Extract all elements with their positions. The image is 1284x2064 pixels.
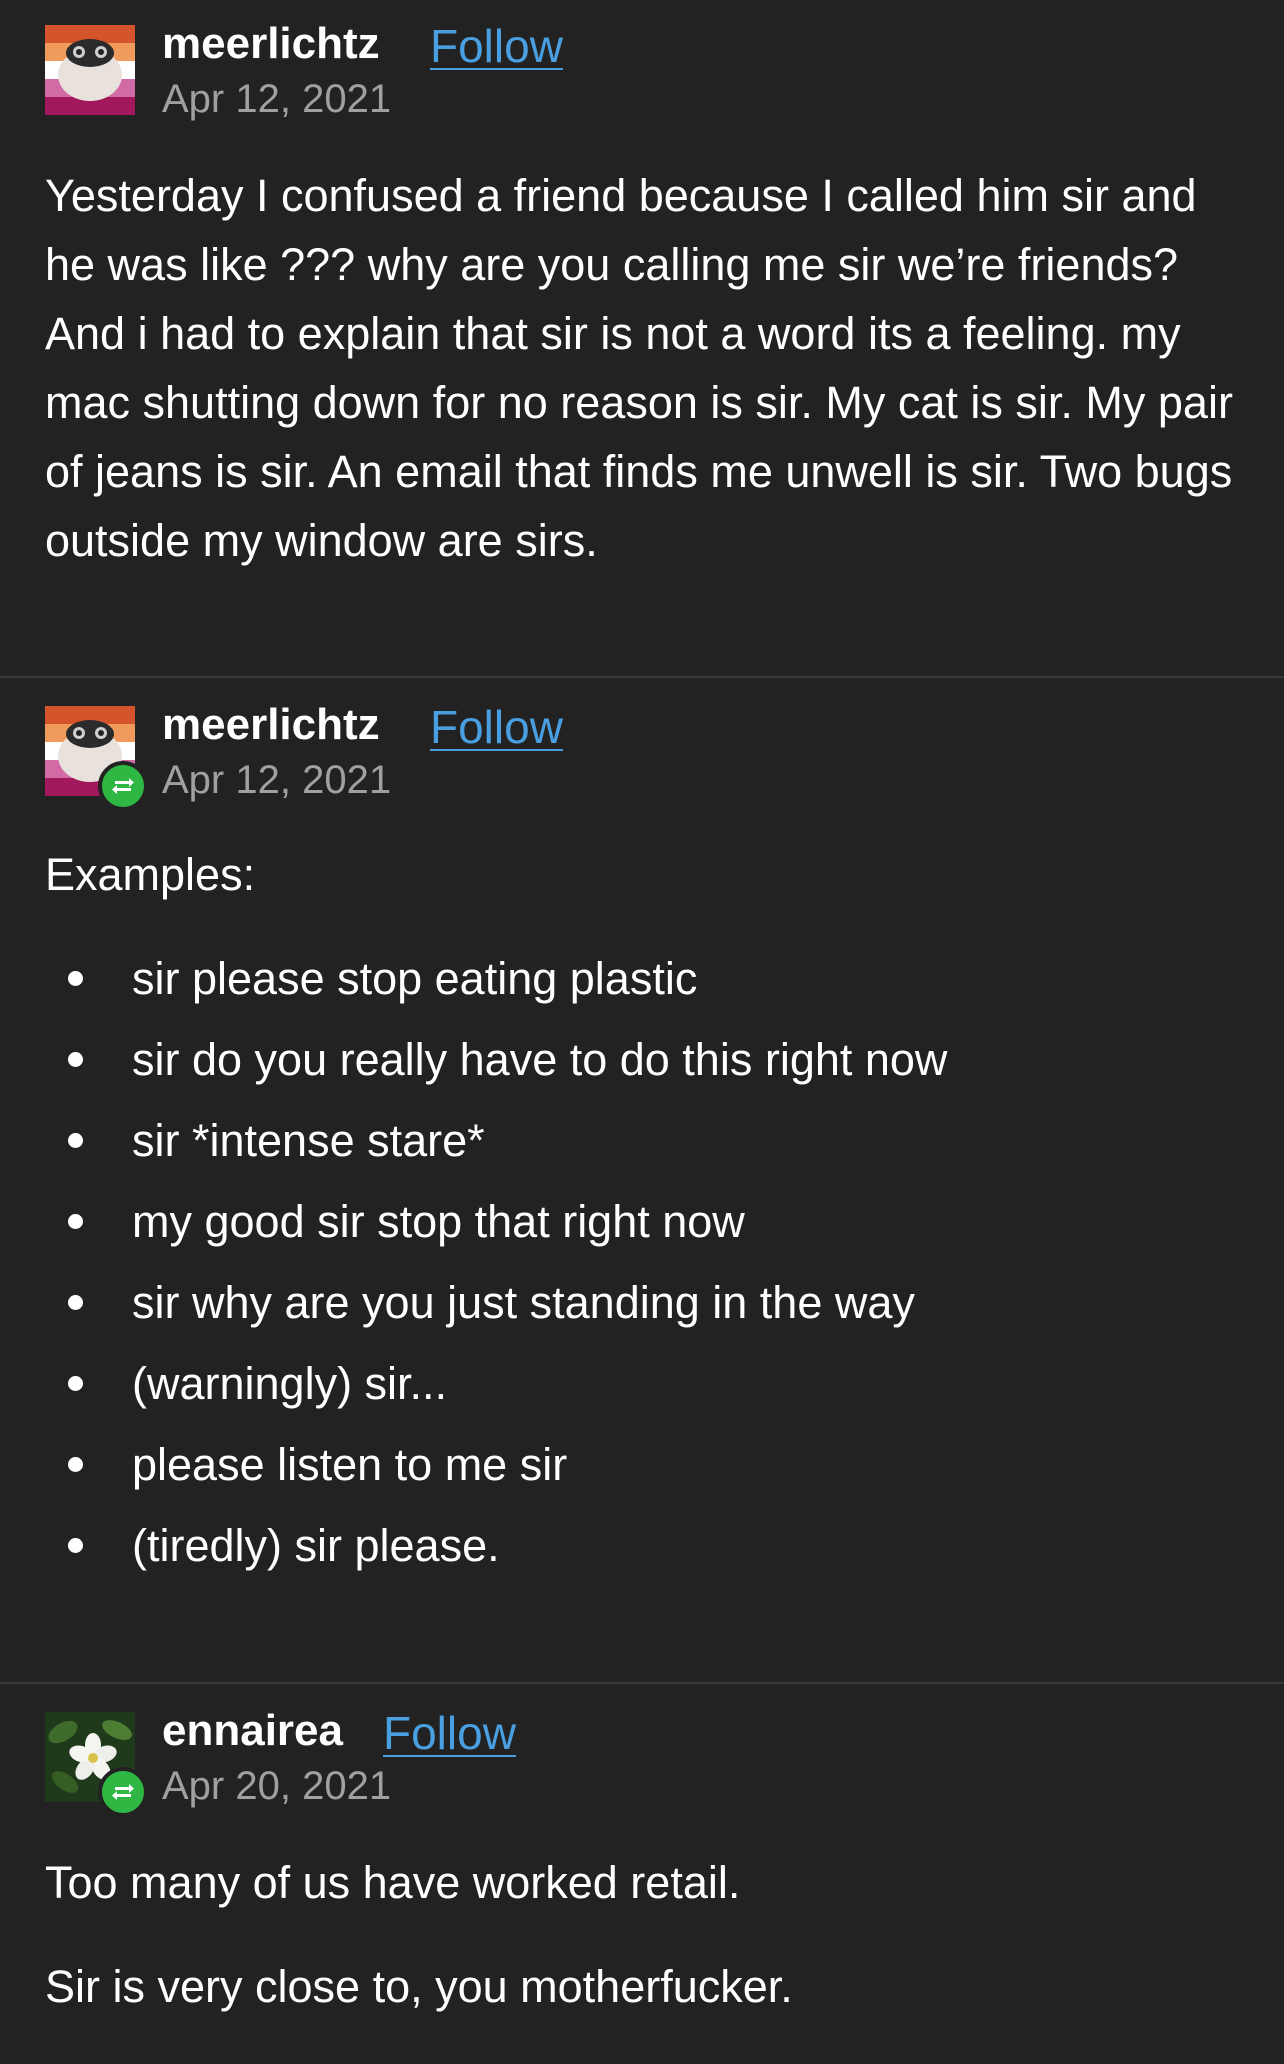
post-header: meerlichtz Follow Apr 12, 2021: [45, 19, 1245, 121]
examples-heading: Examples:: [45, 849, 256, 900]
follow-button[interactable]: Follow: [430, 19, 563, 73]
follow-button[interactable]: Follow: [430, 700, 563, 754]
post-username[interactable]: meerlichtz: [162, 700, 380, 750]
reblog-icon: [98, 761, 148, 811]
post-reblog: ennairea Follow Apr 20, 2021 Too many of…: [0, 1684, 1284, 2064]
list-item: please listen to me sir: [45, 1436, 1245, 1517]
post-date: Apr 12, 2021: [162, 758, 392, 802]
post-body: Too many of us have worked retail.: [45, 1857, 741, 1908]
post-header: ennairea Follow Apr 20, 2021: [45, 1706, 1245, 1817]
list-item: (tiredly) sir please.: [45, 1517, 1245, 1598]
post-header: meerlichtz Follow Apr 12, 2021: [45, 700, 1245, 811]
list-item: sir *intense stare*: [45, 1112, 1245, 1193]
post-reblog: meerlichtz Follow Apr 12, 2021 Examples:…: [0, 678, 1284, 1682]
list-item: my good sir stop that right now: [45, 1193, 1245, 1274]
post-date: Apr 20, 2021: [162, 1764, 392, 1808]
reblog-icon: [98, 1767, 148, 1817]
list-item: sir why are you just standing in the way: [45, 1274, 1245, 1355]
post-body: Yesterday I confused a friend because I …: [45, 170, 1233, 566]
list-item: sir do you really have to do this right …: [45, 1031, 1245, 1112]
post-date: Apr 12, 2021: [162, 77, 392, 121]
post-username[interactable]: ennairea: [162, 1706, 343, 1756]
post-original: meerlichtz Follow Apr 12, 2021 Yesterday…: [0, 0, 1284, 676]
list-item: sir please stop eating plastic: [45, 950, 1245, 1031]
follow-button[interactable]: Follow: [383, 1706, 516, 1760]
cat-avatar-icon[interactable]: [45, 25, 135, 115]
examples-list: sir please stop eating plastic sir do yo…: [45, 950, 1245, 1598]
post-username[interactable]: meerlichtz: [162, 19, 380, 69]
post-body: Sir is very close to, you motherfucker.: [45, 1961, 793, 2012]
list-item: (warningly) sir...: [45, 1355, 1245, 1436]
